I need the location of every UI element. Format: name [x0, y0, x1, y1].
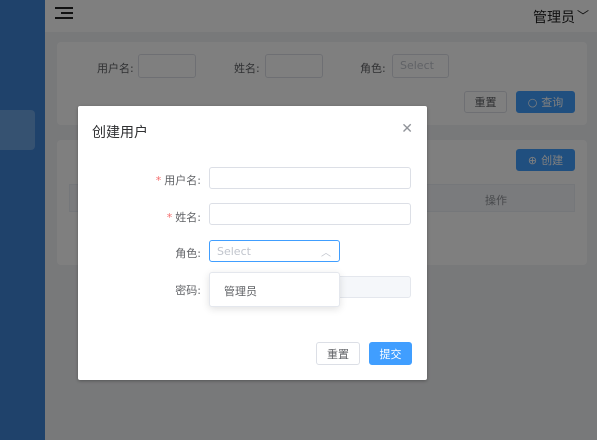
close-icon[interactable]: ✕	[401, 121, 413, 137]
dialog-submit-button[interactable]: 提交	[369, 342, 412, 365]
dialog-username-label: * 用户名:	[155, 174, 201, 187]
dialog-role-select[interactable]: Select ︿	[209, 240, 340, 262]
dialog-reset-button[interactable]: 重置	[316, 342, 360, 365]
chevron-up-icon: ︿	[321, 248, 331, 259]
role-dropdown: 管理员	[209, 272, 340, 307]
dialog-username-input[interactable]	[209, 167, 411, 189]
role-option-admin[interactable]: 管理员	[224, 283, 257, 299]
dialog-password-label: 密码:	[175, 284, 201, 297]
dialog-name-input[interactable]	[209, 203, 411, 225]
dialog-title: 创建用户	[92, 125, 148, 141]
dialog-name-label: * 姓名:	[166, 211, 201, 224]
dialog-role-placeholder: Select	[217, 245, 251, 258]
create-user-dialog: 创建用户 ✕ * 用户名: * 姓名: 角色: Select ︿ 密码: 管理员 重…	[78, 106, 427, 380]
dialog-role-label: 角色:	[175, 247, 201, 260]
